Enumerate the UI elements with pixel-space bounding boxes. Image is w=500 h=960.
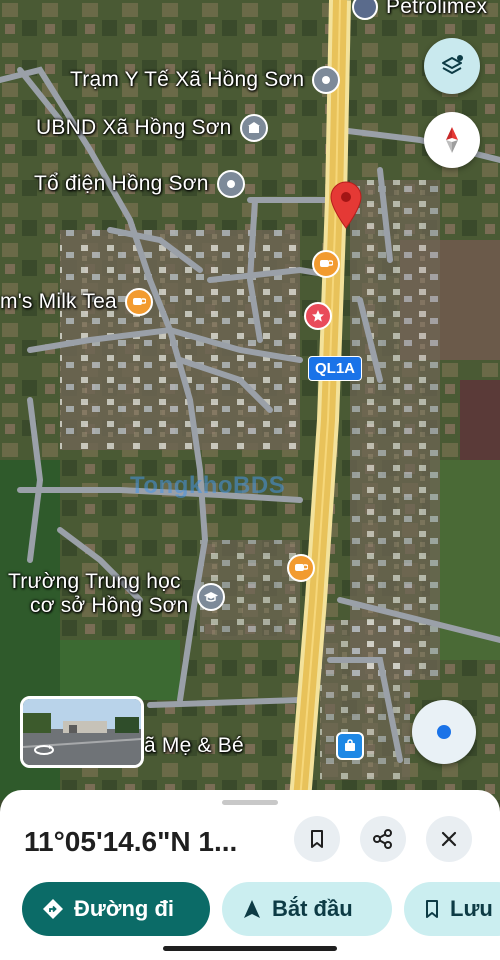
place-bottom-sheet[interactable]: 11°05'14.6"N 1... Đường đi Bắt đầu Lưu xyxy=(0,790,500,960)
poi-label: Trường Trung học cơ sở Hồng Sơn xyxy=(8,570,189,618)
coordinates-title: 11°05'14.6"N 1... xyxy=(24,826,238,857)
cafe-cup-icon xyxy=(124,288,153,316)
compass-button[interactable] xyxy=(424,112,480,168)
poi-label: Tổ điện Hồng Sơn xyxy=(34,172,209,195)
close-icon xyxy=(441,831,457,847)
street-view-thumbnail[interactable] xyxy=(20,696,144,768)
poi-label: ã Mẹ & Bé xyxy=(144,734,244,757)
compass-icon xyxy=(446,127,458,153)
directions-icon xyxy=(43,899,63,919)
poi-label: m's Milk Tea xyxy=(0,290,117,313)
street-view-rotate-icon xyxy=(34,745,54,755)
start-label: Bắt đầu xyxy=(272,896,353,921)
bookmark-icon xyxy=(311,830,323,848)
fuel-station-icon[interactable] xyxy=(352,0,378,20)
watermark: TongkhoBDS xyxy=(130,472,286,499)
satellite-map[interactable]: Petrolimex Trạm Y Tế Xã Hồng Sơn UBND Xã… xyxy=(0,0,500,800)
poi-me-be[interactable]: ã Mẹ & Bé xyxy=(144,732,364,760)
government-building-icon xyxy=(239,114,268,142)
share-button[interactable] xyxy=(360,816,406,862)
poi-tram-y-te[interactable]: Trạm Y Tế Xã Hồng Sơn xyxy=(70,66,341,94)
my-location-icon xyxy=(437,725,451,739)
save-label: Lưu xyxy=(450,896,493,921)
poi-truong[interactable]: Trường Trung học cơ sở Hồng Sơn xyxy=(8,570,225,618)
share-icon xyxy=(373,829,392,849)
my-location-button[interactable] xyxy=(412,700,476,764)
poi-ubnd[interactable]: UBND Xã Hồng Sơn xyxy=(36,114,268,142)
save-button[interactable] xyxy=(294,816,340,862)
poi-to-dien[interactable]: Tổ điện Hồng Sơn xyxy=(34,170,245,198)
place-pin-icon xyxy=(216,170,245,198)
dropped-pin-icon[interactable] xyxy=(328,180,364,230)
store-star-icon[interactable] xyxy=(304,302,332,330)
start-button[interactable]: Bắt đầu xyxy=(222,882,392,936)
hospital-pin-icon xyxy=(312,66,341,94)
gesture-bar xyxy=(163,946,337,951)
cafe-cup-icon[interactable] xyxy=(312,250,340,278)
close-button[interactable] xyxy=(426,816,472,862)
school-pin-icon xyxy=(196,583,225,611)
sheet-drag-handle[interactable] xyxy=(222,800,278,805)
bookmark-icon xyxy=(426,900,438,918)
shopping-bag-icon xyxy=(335,732,364,760)
layers-button[interactable] xyxy=(424,38,480,94)
directions-label: Đường đi xyxy=(74,896,174,921)
poi-label-petrolimex[interactable]: Petrolimex xyxy=(386,0,487,19)
poi-label: Trạm Y Tế Xã Hồng Sơn xyxy=(70,68,305,91)
navigation-arrow-icon xyxy=(244,900,260,918)
poi-label-line2: cơ sở Hồng Sơn xyxy=(30,594,189,617)
cafe-cup-icon[interactable] xyxy=(287,554,315,582)
save-chip-button[interactable]: Lưu xyxy=(404,882,500,936)
poi-label: UBND Xã Hồng Sơn xyxy=(36,116,232,139)
poi-milk-tea[interactable]: m's Milk Tea xyxy=(0,288,153,316)
directions-button[interactable]: Đường đi xyxy=(22,882,210,936)
layers-icon xyxy=(442,55,463,74)
poi-label-line1: Trường Trung học xyxy=(8,570,181,593)
route-shield-ql1a: QL1A xyxy=(308,356,363,381)
